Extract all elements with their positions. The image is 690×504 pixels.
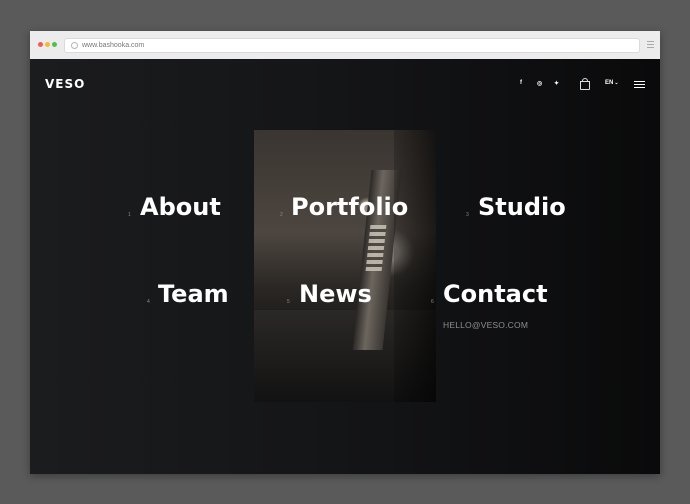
reload-icon[interactable] [71, 42, 78, 49]
facebook-icon[interactable]: f [520, 80, 522, 86]
browser-menu-icon[interactable] [647, 41, 654, 50]
language-label: EN [605, 80, 614, 86]
browser-toolbar: www.bashooka.com [30, 31, 660, 60]
language-selector[interactable]: EN⌄ [605, 80, 619, 86]
shopping-bag-icon[interactable] [580, 78, 590, 90]
menu-item-number: 5 [287, 299, 290, 305]
site-logo[interactable]: VESO [45, 77, 85, 91]
menu-item-number: 1 [128, 212, 131, 218]
instagram-icon[interactable]: ◎ [537, 80, 542, 87]
maximize-window-button[interactable] [52, 42, 57, 47]
menu-item-portfolio[interactable]: Portfolio [291, 193, 408, 221]
twitter-icon[interactable]: ✦ [554, 80, 559, 87]
browser-window: www.bashooka.com VESO f ◎ ✦ EN⌄ 1 About … [30, 31, 660, 474]
menu-item-team[interactable]: Team [158, 280, 229, 308]
contact-email-link[interactable]: HELLO@VESO.COM [443, 320, 528, 330]
close-window-button[interactable] [38, 42, 43, 47]
menu-item-number: 2 [280, 212, 283, 218]
menu-item-number: 6 [431, 299, 434, 305]
menu-item-studio[interactable]: Studio [478, 193, 566, 221]
menu-item-number: 3 [466, 212, 469, 218]
hamburger-menu-icon[interactable] [634, 81, 645, 90]
url-text: www.bashooka.com [82, 42, 145, 49]
minimize-window-button[interactable] [45, 42, 50, 47]
chevron-down-icon: ⌄ [614, 80, 619, 86]
menu-item-about[interactable]: About [140, 193, 221, 221]
menu-item-news[interactable]: News [299, 280, 372, 308]
website-viewport: VESO f ◎ ✦ EN⌄ 1 About 2 Portfolio 3 Stu… [30, 59, 660, 474]
menu-item-number: 4 [147, 299, 150, 305]
hero-photo-payphone [254, 130, 436, 402]
menu-item-contact[interactable]: Contact [443, 280, 548, 308]
address-bar[interactable]: www.bashooka.com [64, 38, 640, 53]
